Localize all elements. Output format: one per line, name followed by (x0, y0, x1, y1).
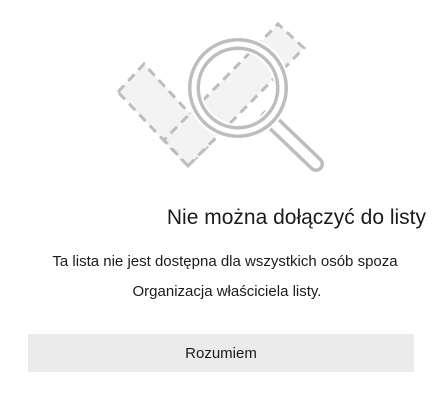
ok-button[interactable]: Rozumiem (28, 334, 414, 372)
message-line-2: Organizacja właściciela listy. (132, 283, 322, 300)
access-denied-dialog: Nie można dołączyć do listy Ta lista nie… (0, 0, 444, 400)
message-line-1: Ta lista nie jest dostępna dla wszystkic… (52, 253, 398, 270)
dialog-message: Ta lista nie jest dostępna dla wszystkic… (0, 247, 444, 307)
magnifier-handle-inner (263, 113, 321, 169)
dashed-check-with-magnifier-icon (115, 21, 325, 173)
dialog-title: Nie można dołączyć do listy (166, 206, 426, 229)
